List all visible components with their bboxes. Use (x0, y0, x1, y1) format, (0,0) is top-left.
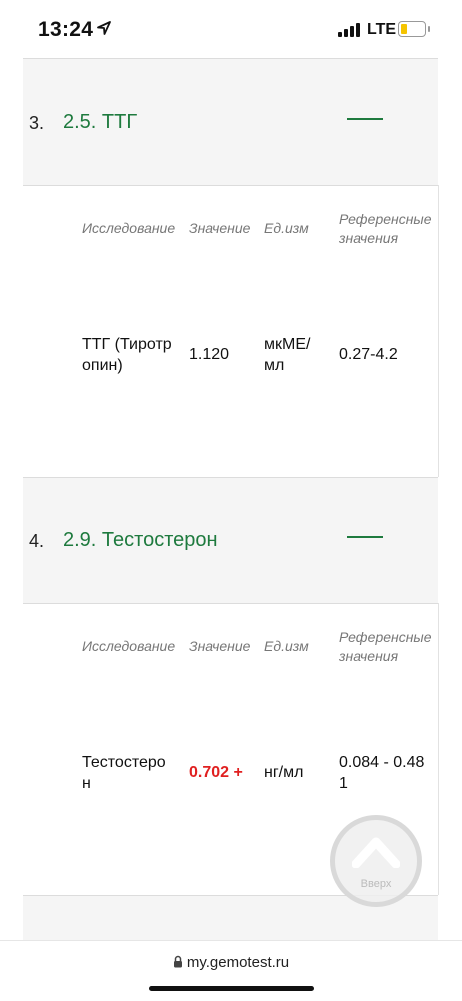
location-arrow-icon (97, 21, 111, 35)
result-value-high: 0.702 + (189, 764, 243, 781)
column-header-value: Значение (189, 638, 251, 654)
column-header-unit: Ед.изм (264, 220, 309, 236)
section-title[interactable]: 2.9. Тестостерон (63, 529, 218, 552)
url-display[interactable]: my.gemotest.ru (0, 954, 462, 971)
chevron-up-icon (352, 837, 400, 868)
network-type: LTE (367, 21, 397, 38)
column-header-reference: Референсные значения (339, 211, 432, 246)
result-reference: 0.084 - 0.48 1 (339, 754, 425, 792)
battery-icon (398, 21, 430, 37)
result-unit: мкМЕ/ мл (264, 336, 311, 374)
result-reference: 0.27-4.2 (339, 346, 398, 363)
column-header-study: Исследование (82, 638, 176, 654)
lock-icon (173, 955, 182, 968)
column-header-study: Исследование (82, 220, 176, 236)
browser-address-bar[interactable]: my.gemotest.ru (0, 940, 462, 1001)
section-number: 3. (29, 113, 45, 133)
status-bar: 13:24 LTE (0, 0, 462, 58)
url-text: my.gemotest.ru (186, 954, 290, 971)
collapse-dash-icon[interactable] (347, 536, 383, 538)
column-header-value: Значение (189, 220, 251, 236)
scroll-up-label: Вверх (360, 878, 392, 890)
section-title[interactable]: 2.5. ТТГ (63, 111, 137, 134)
column-header-unit: Ед.изм (264, 638, 309, 654)
collapse-dash-icon[interactable] (347, 118, 383, 120)
cellular-signal-icon (338, 23, 360, 37)
status-time: 13:24 (38, 18, 94, 41)
result-name: ТТГ (Тиротр опин) (82, 336, 172, 374)
scroll-up-button[interactable]: Вверх (330, 815, 422, 907)
home-indicator[interactable] (149, 986, 314, 991)
result-value: 1.120 (189, 346, 230, 363)
column-header-reference: Референсные значения (339, 629, 432, 664)
result-name: Тестостеро н (82, 754, 166, 792)
section-number: 4. (29, 531, 45, 551)
result-unit: нг/мл (264, 764, 304, 781)
